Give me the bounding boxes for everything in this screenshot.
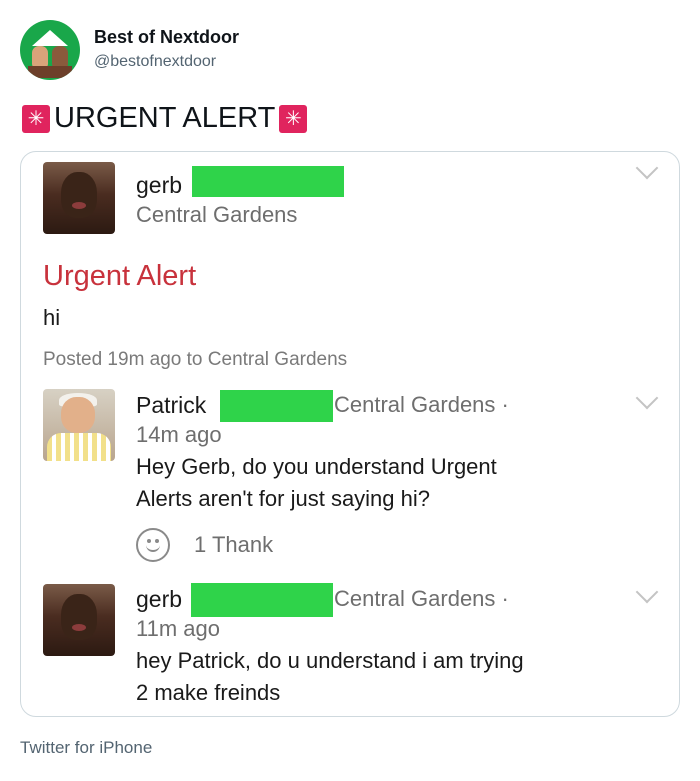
comment-text: hey Patrick, do u understand i am trying… <box>136 648 524 705</box>
tweet-text: URGENT ALERT <box>22 102 308 135</box>
chevron-down-icon[interactable] <box>635 580 659 604</box>
post-body: hi <box>43 305 61 330</box>
post-meta: Posted 19m ago to Central Gardens <box>43 349 348 370</box>
embedded-image[interactable]: gerb Central Gardens Urgent Alert hi Pos… <box>20 151 680 717</box>
chevron-down-icon[interactable] <box>635 386 659 410</box>
comment-location: Central Gardens · <box>334 586 509 611</box>
tweet-text-label: URGENT ALERT <box>54 102 276 134</box>
account-avatar[interactable] <box>20 20 80 80</box>
comment-author: Patrick <box>136 392 207 418</box>
avatar <box>43 389 115 461</box>
post-location: Central Gardens <box>136 202 298 227</box>
thanks-count[interactable]: 1 Thank <box>194 532 273 558</box>
comment-time: 14m ago <box>136 422 222 447</box>
comment-author: gerb <box>136 586 183 612</box>
house-icon <box>32 30 68 46</box>
comment-location: Central Gardens · <box>334 392 509 417</box>
comment-time: 11m ago <box>136 616 220 641</box>
chevron-down-icon[interactable] <box>635 156 659 180</box>
redaction-block <box>220 390 333 422</box>
smiley-icon[interactable] <box>136 528 170 562</box>
redaction-block <box>191 583 333 617</box>
comment-text: Hey Gerb, do you understand Urgent Alert… <box>136 454 497 511</box>
tweet-source[interactable]: Twitter for iPhone <box>20 738 152 758</box>
avatar <box>43 162 115 234</box>
post-title: Urgent Alert <box>43 260 197 292</box>
account-name[interactable]: Best of Nextdoor <box>94 27 239 48</box>
redaction-block <box>192 166 344 197</box>
avatar <box>43 584 115 656</box>
account-handle[interactable]: @bestofnextdoor <box>94 53 216 71</box>
rotating-light-icon <box>279 104 308 133</box>
post-author: gerb <box>136 172 183 198</box>
rotating-light-icon <box>22 104 50 133</box>
